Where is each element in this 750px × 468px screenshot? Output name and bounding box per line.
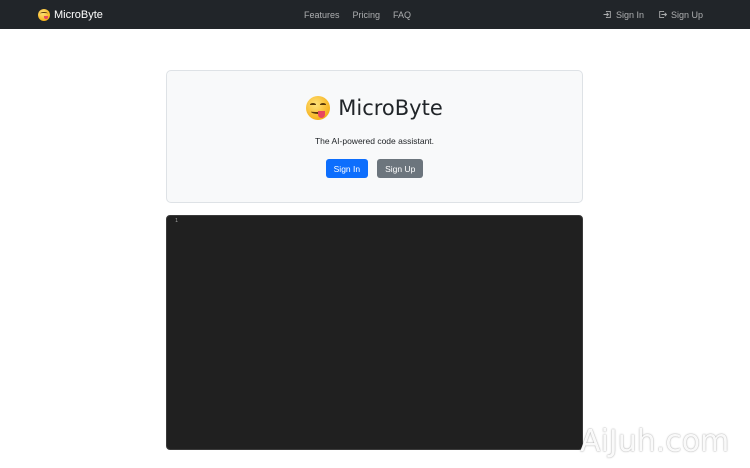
hero-subtitle: The AI-powered code assistant. <box>314 136 435 146</box>
nav-link-features[interactable]: Features <box>304 10 340 20</box>
sign-in-icon <box>603 10 611 19</box>
face-savoring-food-emoji-icon <box>38 8 50 21</box>
sign-in-button[interactable]: Sign In <box>325 159 369 178</box>
code-editor[interactable]: 1 <box>166 215 583 450</box>
hero-title-text: MicroByte <box>338 96 443 120</box>
nav-sign-up-link[interactable]: Sign Up <box>658 10 703 20</box>
nav-auth-links: Sign In Sign Up <box>603 0 703 29</box>
sign-up-button[interactable]: Sign Up <box>377 159 424 178</box>
editor-gutter: 1 <box>167 216 183 449</box>
hero-buttons: Sign In Sign Up <box>167 159 582 178</box>
face-savoring-food-emoji-icon <box>306 96 331 120</box>
top-navbar: MicroByte Features Pricing FAQ Sign In S… <box>0 0 750 29</box>
nav-sign-up-label: Sign Up <box>670 9 703 20</box>
nav-sign-in-label: Sign In <box>615 9 644 20</box>
watermark: AiJuh.com <box>580 424 730 459</box>
brand-link[interactable]: MicroByte <box>38 0 103 29</box>
line-number: 1 <box>175 218 179 224</box>
nav-link-faq[interactable]: FAQ <box>393 10 411 20</box>
sign-up-icon <box>659 10 667 19</box>
hero-card: MicroByte The AI-powered code assistant.… <box>166 70 583 203</box>
nav-links: Features Pricing FAQ <box>304 0 411 29</box>
hero-title: MicroByte <box>167 96 582 120</box>
nav-sign-in-link[interactable]: Sign In <box>603 10 644 20</box>
brand-name: MicroByte <box>54 8 103 21</box>
nav-link-pricing[interactable]: Pricing <box>353 10 381 20</box>
